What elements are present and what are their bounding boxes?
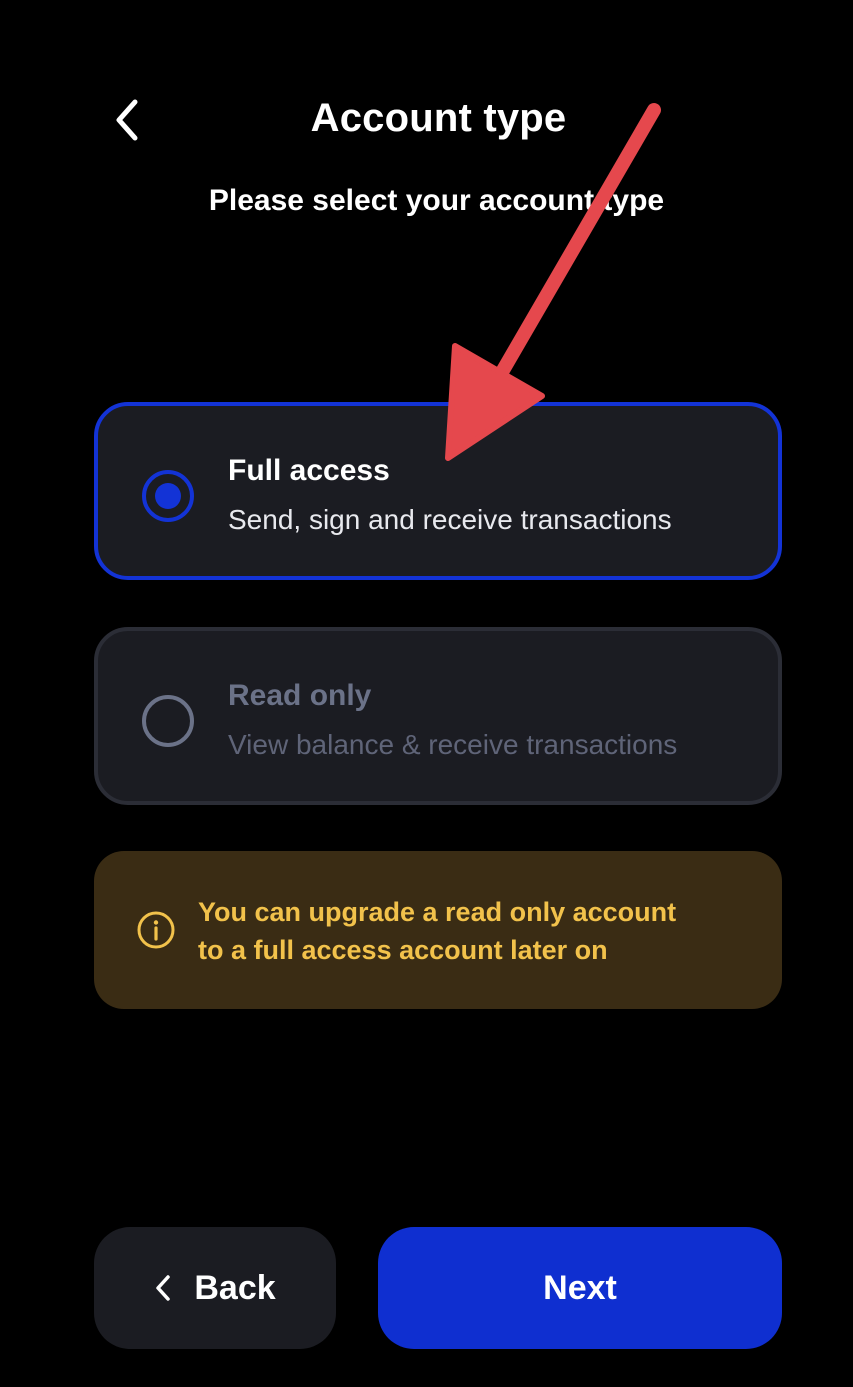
option-full-access[interactable]: Full access Send, sign and receive trans… [94,402,782,580]
back-button[interactable]: Back [94,1227,336,1349]
option-title: Read only [228,679,372,712]
page-title: Account type [310,96,567,140]
chevron-left-icon [156,1275,171,1301]
info-text-line-2: to a full access account later on [198,935,608,965]
option-read-only[interactable]: Read only View balance & receive transac… [94,627,782,805]
info-icon [137,911,175,949]
info-text: You can upgrade a read only account to a… [198,893,758,969]
info-banner: You can upgrade a read only account to a… [94,851,782,1009]
option-description: View balance & receive transactions [228,729,678,760]
option-description: Send, sign and receive transactions [228,504,672,535]
option-title: Full access [228,454,390,487]
info-text-line-1: You can upgrade a read only account [198,897,677,927]
radio-selected[interactable] [142,470,194,522]
page-subtitle: Please select your account type [208,184,665,217]
back-button-label: Back [194,1268,276,1307]
radio-unselected[interactable] [142,695,194,747]
next-button-label: Next [543,1268,617,1307]
next-button[interactable]: Next [378,1227,782,1349]
